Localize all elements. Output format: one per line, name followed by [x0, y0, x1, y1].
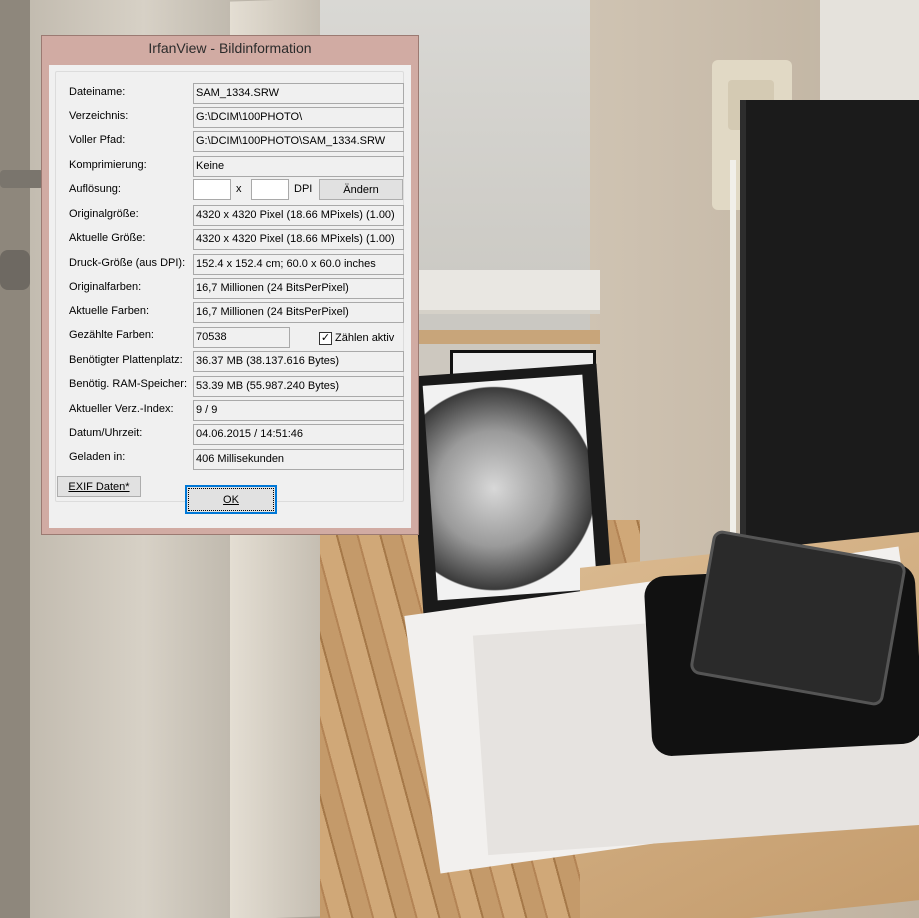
label-dir-index: Aktueller Verz.-Index:	[69, 403, 174, 415]
dialog-title: IrfanView - Bildinformation	[148, 40, 312, 56]
resolution-y-input[interactable]	[251, 179, 289, 200]
value-current-colors[interactable]: 16,7 Millionen (24 BitsPerPixel)	[193, 302, 404, 323]
value-directory[interactable]: G:\DCIM\100PHOTO\	[193, 107, 404, 128]
image-info-dialog: IrfanView - Bildinformation Dateiname: S…	[41, 35, 419, 535]
value-disk-space[interactable]: 36.37 MB (38.137.616 Bytes)	[193, 351, 404, 372]
resolution-unit: DPI	[294, 183, 313, 195]
ok-button[interactable]: OK	[185, 485, 277, 514]
value-dir-index[interactable]: 9 / 9	[193, 400, 404, 421]
value-full-path[interactable]: G:\DCIM\100PHOTO\SAM_1334.SRW	[193, 131, 404, 152]
count-colors-label[interactable]: Zählen aktiv	[335, 332, 394, 344]
value-current-size[interactable]: 4320 x 4320 Pixel (18.66 MPixels) (1.00)	[193, 229, 404, 250]
value-ram-usage[interactable]: 53.39 MB (55.987.240 Bytes)	[193, 376, 404, 397]
label-ram-usage: Benötig. RAM-Speicher:	[69, 378, 187, 390]
value-compression[interactable]: Keine	[193, 156, 404, 177]
value-print-size[interactable]: 152.4 x 152.4 cm; 60.0 x 60.0 inches	[193, 254, 404, 275]
label-datetime: Datum/Uhrzeit:	[69, 427, 143, 439]
change-resolution-button[interactable]: Ändern	[319, 179, 403, 200]
label-original-colors: Originalfarben:	[69, 281, 142, 293]
label-print-size: Druck-Größe (aus DPI):	[69, 257, 186, 269]
info-group-box: Dateiname: SAM_1334.SRW Verzeichnis: G:\…	[55, 71, 404, 502]
value-original-size[interactable]: 4320 x 4320 Pixel (18.66 MPixels) (1.00)	[193, 205, 404, 226]
label-resolution: Auflösung:	[69, 183, 121, 195]
resolution-separator: x	[236, 183, 242, 195]
value-filename[interactable]: SAM_1334.SRW	[193, 83, 404, 104]
label-load-time: Geladen in:	[69, 451, 126, 463]
label-filename: Dateiname:	[69, 86, 126, 98]
label-disk-space: Benötigter Plattenplatz:	[69, 354, 183, 366]
ok-button-label: OK	[223, 493, 239, 506]
label-compression: Komprimierung:	[69, 159, 147, 171]
count-colors-checkbox[interactable]: ✓	[319, 332, 332, 345]
label-original-size: Originalgröße:	[69, 208, 139, 220]
label-current-size: Aktuelle Größe:	[69, 232, 146, 244]
label-directory: Verzeichnis:	[69, 110, 129, 122]
label-full-path: Voller Pfad:	[69, 134, 126, 146]
value-datetime[interactable]: 04.06.2015 / 14:51:46	[193, 424, 404, 445]
label-counted-colors: Gezählte Farben:	[69, 329, 154, 341]
exif-data-button[interactable]: EXIF Daten*	[57, 476, 141, 497]
dialog-client-area: Dateiname: SAM_1334.SRW Verzeichnis: G:\…	[49, 65, 411, 528]
value-load-time[interactable]: 406 Millisekunden	[193, 449, 404, 470]
value-counted-colors[interactable]: 70538	[193, 327, 290, 348]
resolution-x-input[interactable]	[193, 179, 231, 200]
value-original-colors[interactable]: 16,7 Millionen (24 BitsPerPixel)	[193, 278, 404, 299]
label-current-colors: Aktuelle Farben:	[69, 305, 150, 317]
